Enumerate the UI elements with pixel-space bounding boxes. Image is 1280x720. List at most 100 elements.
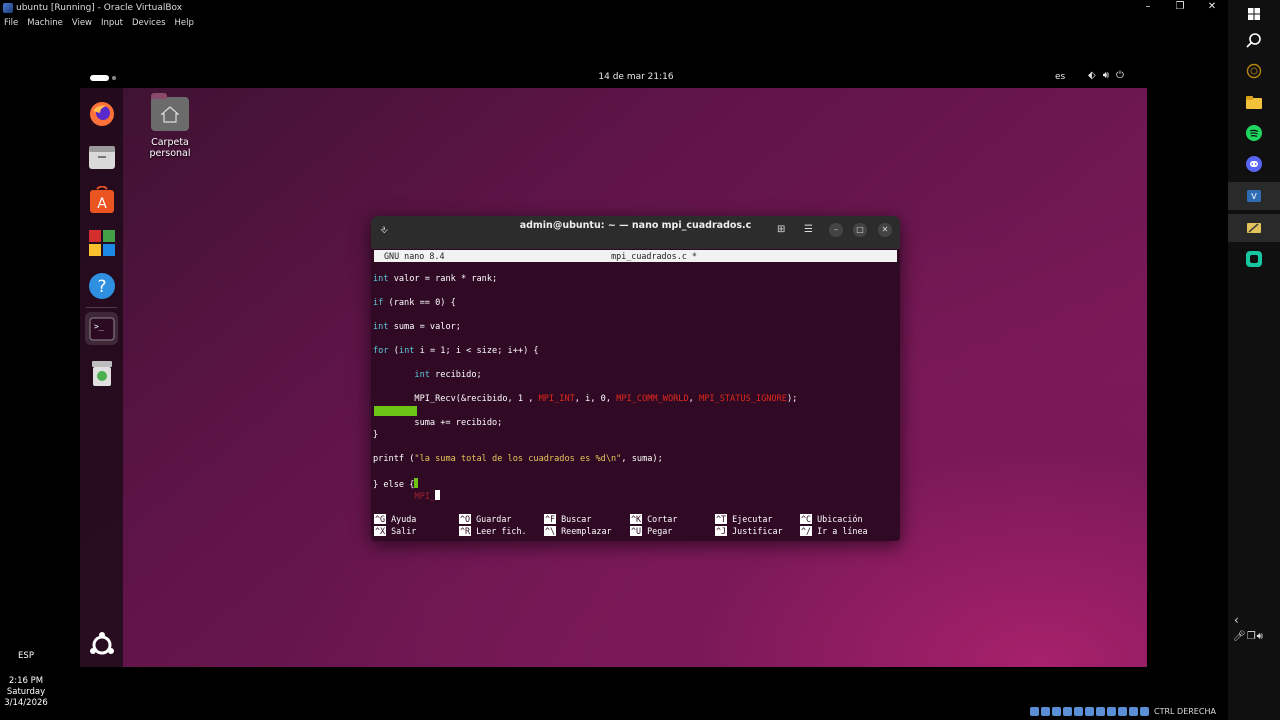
keyboard-icon[interactable] [1140,707,1149,716]
audio-icon[interactable] [1052,707,1061,716]
discord-icon[interactable] [1244,154,1264,174]
menu-devices[interactable]: Devices [132,18,166,28]
network-icon: ⬖ [1088,70,1096,81]
code-line: } else { [373,478,419,490]
network-icon[interactable] [1063,707,1072,716]
shortcut-execute[interactable]: ^T Ejecutar [715,514,772,524]
minimize-button[interactable]: – [1132,0,1164,15]
storage-icon[interactable] [1030,707,1039,716]
bracket-match-cursor [414,478,419,488]
shortcut-save[interactable]: ^O Guardar [459,514,511,524]
close-icon[interactable]: ✕ [878,223,892,237]
menu-icon[interactable]: ☰ [804,224,813,235]
whitespace-highlight [374,406,417,416]
optical-icon[interactable] [1041,707,1050,716]
terminal-window[interactable]: ⎀ admin@ubuntu: ~ — nano mpi_cuadrados.c… [371,216,900,541]
apps-icon[interactable] [85,226,118,259]
svg-text:>_: >_ [94,322,104,331]
clock-day: Saturday [6,687,46,697]
chevron-left-icon[interactable]: ‹ [1234,613,1239,627]
terminal-icon[interactable]: >_ [85,312,118,345]
shortcut-cut[interactable]: ^K Cortar [630,514,677,524]
input-language[interactable]: ESP [0,651,52,661]
code-line: for (int i = 1; i < size; i++) { [373,346,539,356]
taskbar-clock[interactable]: 2:16 PM Saturday 3/14/2026 [0,676,52,709]
usb-icon[interactable] [1074,707,1083,716]
app-center-icon[interactable]: A [85,183,118,216]
maximize-button[interactable]: ❐ [1164,0,1196,15]
menu-view[interactable]: View [72,18,92,28]
shortcut-paste[interactable]: ^U Pegar [630,526,672,536]
clock[interactable]: 14 de mar 21:16 [80,72,1147,82]
show-apps-icon[interactable] [85,628,118,661]
clock-time: 2:16 PM [8,676,44,686]
code-line: int valor = rank * rank; [373,274,498,284]
trash-icon[interactable] [85,356,118,389]
window-controls: – ❐ ✕ [1132,0,1228,15]
maximize-icon[interactable]: □ [853,223,867,237]
svg-text:A: A [97,196,107,212]
nano-header: GNU nano 8.4 mpi_cuadrados.c * [374,250,897,262]
windows-taskbar: V [1228,0,1280,720]
app-ring-icon[interactable] [1244,61,1264,81]
system-tray-icons[interactable]: 🎤︎❐🔊︎ [1233,631,1264,642]
virtualbox-taskbar-icon[interactable]: V [1228,182,1280,210]
minimize-icon[interactable]: – [829,223,843,237]
windows-start-icon[interactable] [1244,4,1264,24]
view-tabs-icon[interactable]: ⊞ [777,224,785,235]
clock-date: 3/14/2026 [4,698,48,708]
search-icon[interactable] [1244,30,1264,50]
spotify-icon[interactable] [1244,123,1264,143]
shortcut-goto-line[interactable]: ^/ Ir a línea [800,526,868,536]
keyboard-layout[interactable]: es [1055,72,1065,82]
home-folder-icon [151,93,189,131]
editor-taskbar-icon[interactable] [1228,214,1280,242]
shortcut-read-file[interactable]: ^R Leer fich. [459,526,527,536]
guest-screen[interactable]: 14 de mar 21:16 es ⬖ 🔊︎ ⏻ A ? >_ Carpeta… [80,67,1147,667]
chat-app-icon[interactable] [1244,249,1264,269]
cpu-icon[interactable] [1118,707,1127,716]
menu-file[interactable]: File [4,18,18,28]
host-key-label: CTRL DERECHA [1154,707,1216,716]
menu-input[interactable]: Input [101,18,123,28]
power-icon: ⏻ [1116,70,1124,81]
desktop-icon-label: Carpeta personal [149,137,191,159]
terminal-screen[interactable]: GNU nano 8.4 mpi_cuadrados.c * int valor… [371,249,900,541]
svg-text:?: ? [97,277,106,297]
code-line: if (rank == 0) { [373,298,456,308]
code-line: int suma = valor; [373,322,461,332]
code-line: MPI_ [373,490,441,502]
mouse-integration-icon[interactable] [1129,707,1138,716]
svg-text:V: V [1251,192,1257,201]
shortcut-replace[interactable]: ^\ Reemplazar [544,526,612,536]
shortcut-search[interactable]: ^F Buscar [544,514,591,524]
system-tray[interactable]: ⬖ 🔊︎ ⏻ [1088,70,1124,81]
code-line: } [373,430,379,440]
dock: A ? >_ [80,88,123,667]
code-line: suma += recibido; [373,418,503,428]
window-title: ubuntu [Running] - Oracle VirtualBox [16,2,183,13]
shortcut-location[interactable]: ^C Ubicación [800,514,863,524]
help-icon[interactable]: ? [85,269,118,302]
menu-help[interactable]: Help [175,18,194,28]
dock-separator [86,307,117,308]
desktop-home-folder[interactable]: Carpeta personal [130,93,210,159]
shortcut-justify[interactable]: ^J Justificar [715,526,783,536]
firefox-icon[interactable] [85,97,118,130]
menu-machine[interactable]: Machine [27,18,63,28]
shared-folders-icon[interactable] [1085,707,1094,716]
virtualbox-icon [3,2,13,13]
display-icon[interactable] [1096,707,1105,716]
recording-icon[interactable] [1107,707,1116,716]
terminal-headerbar: ⎀ admin@ubuntu: ~ — nano mpi_cuadrados.c… [371,216,900,249]
files-icon[interactable] [85,140,118,173]
code-line: MPI_Recv(&recibido, 1 , MPI_INT, i, 0, M… [373,394,798,404]
text-cursor [435,490,441,500]
shortcut-help[interactable]: ^G Ayuda [374,514,416,524]
file-explorer-icon[interactable] [1244,92,1264,112]
gnome-top-bar: 14 de mar 21:16 es ⬖ 🔊︎ ⏻ [80,67,1147,88]
virtualbox-titlebar: ubuntu [Running] - Oracle VirtualBox – ❐… [0,0,1228,15]
code-line: printf ("la suma total de los cuadrados … [373,454,663,464]
shortcut-exit[interactable]: ^X Salir [374,526,416,536]
close-button[interactable]: ✕ [1196,0,1228,15]
